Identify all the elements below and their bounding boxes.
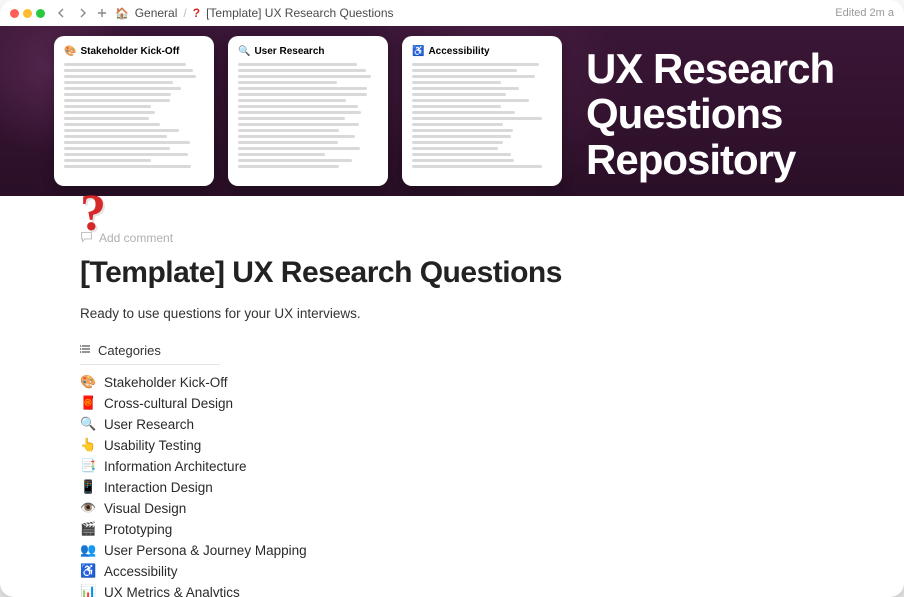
accessibility-icon: ♿ bbox=[80, 563, 96, 579]
cover-card-stakeholder: 🎨 Stakeholder Kick-Off bbox=[54, 36, 214, 186]
cover-card-lines bbox=[238, 63, 378, 168]
breadcrumb-separator: / bbox=[183, 6, 186, 20]
categories-header-label: Categories bbox=[98, 343, 161, 358]
list-item[interactable]: 🧧 Cross-cultural Design bbox=[80, 394, 824, 412]
forward-icon[interactable] bbox=[75, 6, 89, 20]
list-item-label: Interaction Design bbox=[104, 480, 213, 495]
cover-hero-title: UX Research Questions Repository bbox=[576, 36, 904, 186]
page-body: ? Add comment [Template] UX Research Que… bbox=[0, 226, 904, 597]
clapper-icon: 🎬 bbox=[80, 521, 96, 537]
cover-card-title: Stakeholder Kick-Off bbox=[80, 46, 179, 57]
magnifier-icon: 🔍 bbox=[80, 416, 96, 432]
cover-card-title: Accessibility bbox=[428, 46, 489, 57]
list-item[interactable]: ♿ Accessibility bbox=[80, 562, 824, 580]
categories-list: 🎨 Stakeholder Kick-Off 🧧 Cross-cultural De… bbox=[80, 373, 824, 597]
list-item-label: Accessibility bbox=[104, 564, 178, 579]
breadcrumb-root[interactable]: General bbox=[135, 6, 178, 20]
list-item-label: Usability Testing bbox=[104, 438, 201, 453]
cover-card-title: User Research bbox=[254, 46, 324, 57]
phone-icon: 📱 bbox=[80, 479, 96, 495]
list-item-label: Prototyping bbox=[104, 522, 172, 537]
home-icon[interactable]: 🏠 bbox=[115, 7, 129, 20]
page-subtitle[interactable]: Ready to use questions for your UX inter… bbox=[80, 306, 824, 321]
list-item[interactable]: 📊 UX Metrics & Analytics bbox=[80, 583, 824, 597]
document-icon: 📑 bbox=[80, 458, 96, 474]
magnifier-icon: 🔍 bbox=[238, 46, 250, 57]
list-item[interactable]: 📱 Interaction Design bbox=[80, 478, 824, 496]
list-item-label: User Persona & Journey Mapping bbox=[104, 543, 307, 558]
topbar: 🏠 General / ? [Template] UX Research Que… bbox=[0, 0, 904, 26]
list-item[interactable]: 🎨 Stakeholder Kick-Off bbox=[80, 373, 824, 391]
list-item[interactable]: 👆 Usability Testing bbox=[80, 436, 824, 454]
lantern-icon: 🧧 bbox=[80, 395, 96, 411]
list-item-label: Stakeholder Kick-Off bbox=[104, 375, 228, 390]
list-item[interactable]: 👥 User Persona & Journey Mapping bbox=[80, 541, 824, 559]
cover-card-lines bbox=[412, 63, 552, 168]
list-item[interactable]: 📑 Information Architecture bbox=[80, 457, 824, 475]
list-item-label: UX Metrics & Analytics bbox=[104, 585, 240, 597]
palette-icon: 🎨 bbox=[80, 374, 96, 390]
zoom-window-icon[interactable] bbox=[36, 9, 45, 18]
breadcrumb-page[interactable]: [Template] UX Research Questions bbox=[206, 6, 393, 20]
cover-card-lines bbox=[64, 63, 204, 168]
breadcrumb-page-icon: ? bbox=[193, 6, 200, 20]
list-icon bbox=[80, 343, 92, 358]
back-icon[interactable] bbox=[55, 6, 69, 20]
eye-icon: 👁️ bbox=[80, 500, 96, 516]
palette-icon: 🎨 bbox=[64, 46, 76, 57]
list-item[interactable]: 👁️ Visual Design bbox=[80, 499, 824, 517]
list-item-label: Visual Design bbox=[104, 501, 186, 516]
people-icon: 👥 bbox=[80, 542, 96, 558]
new-tab-icon[interactable] bbox=[95, 6, 109, 20]
list-item-label: User Research bbox=[104, 417, 194, 432]
cover-card-accessibility: ♿ Accessibility bbox=[402, 36, 562, 186]
list-item[interactable]: 🎬 Prototyping bbox=[80, 520, 824, 538]
window-traffic-lights bbox=[10, 9, 45, 18]
chart-icon: 📊 bbox=[80, 584, 96, 597]
last-edited-label: Edited 2m a bbox=[835, 7, 894, 19]
minimize-window-icon[interactable] bbox=[23, 9, 32, 18]
close-window-icon[interactable] bbox=[10, 9, 19, 18]
cover-image: 🎨 Stakeholder Kick-Off 🔍 User Research ♿ Ac… bbox=[0, 26, 904, 196]
accessibility-icon: ♿ bbox=[412, 46, 424, 57]
cover-card-user-research: 🔍 User Research bbox=[228, 36, 388, 186]
categories-header[interactable]: Categories bbox=[80, 343, 220, 365]
page-icon[interactable]: ? bbox=[80, 188, 140, 248]
list-item-label: Information Architecture bbox=[104, 459, 247, 474]
finger-tap-icon: 👆 bbox=[80, 437, 96, 453]
breadcrumb: 🏠 General / ? [Template] UX Research Que… bbox=[115, 6, 394, 20]
add-comment-button[interactable]: Add comment bbox=[80, 226, 824, 250]
list-item[interactable]: 🔍 User Research bbox=[80, 415, 824, 433]
list-item-label: Cross-cultural Design bbox=[104, 396, 233, 411]
page-title[interactable]: [Template] UX Research Questions bbox=[80, 256, 824, 290]
